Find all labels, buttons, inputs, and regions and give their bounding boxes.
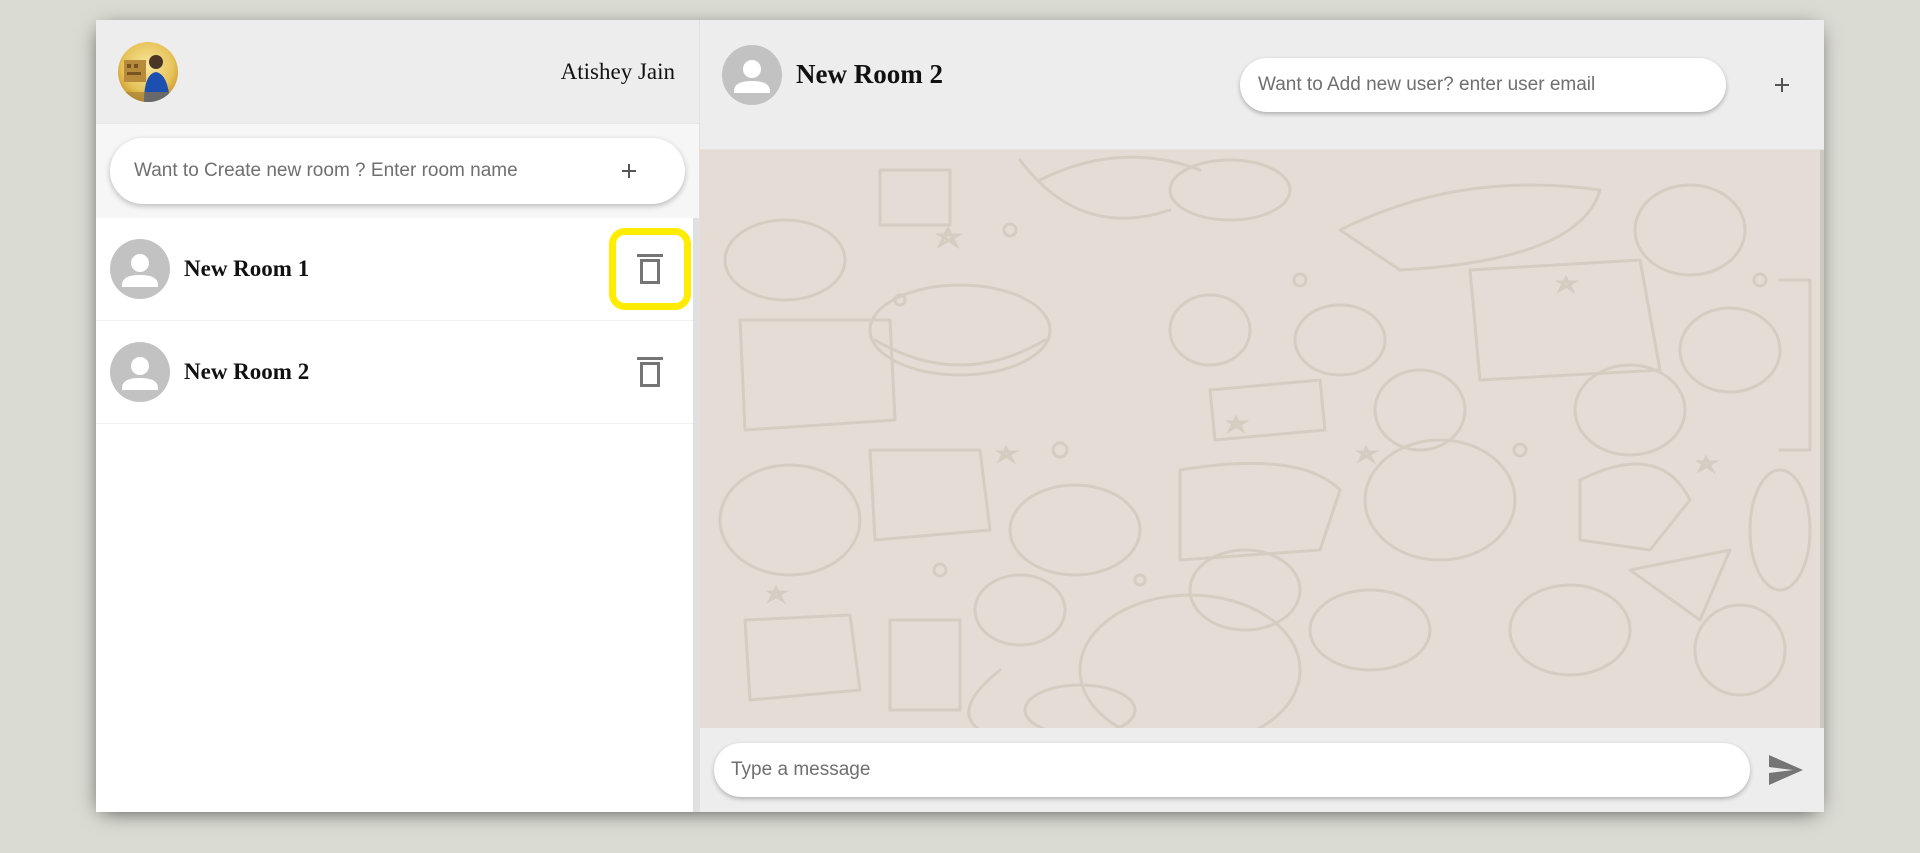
person-icon — [122, 357, 158, 390]
chat-footer — [700, 728, 1824, 812]
message-input[interactable] — [729, 758, 1735, 782]
chat-app-window: Atishey Jain New Room — [96, 20, 1824, 812]
plus-icon — [1775, 78, 1789, 92]
room-avatar — [110, 342, 170, 402]
trash-icon — [637, 254, 663, 284]
room-name: New Room 1 — [184, 256, 310, 281]
room-list-item[interactable]: New Room 2 — [96, 321, 699, 424]
send-icon — [1769, 755, 1803, 785]
add-user-button[interactable] — [1762, 65, 1802, 105]
send-button[interactable] — [1766, 750, 1806, 790]
add-user-email-input[interactable] — [1256, 73, 1710, 97]
delete-room-button[interactable] — [609, 228, 691, 310]
chat-header: New Room 2 — [700, 20, 1824, 150]
user-name: Atishey Jain — [560, 58, 675, 84]
chat-panel: New Room 2 — [700, 20, 1824, 812]
person-icon — [734, 59, 770, 93]
sidebar-header: Atishey Jain — [96, 20, 699, 124]
room-avatar — [110, 239, 170, 299]
delete-room-button[interactable] — [609, 331, 691, 413]
plus-icon — [622, 164, 636, 178]
room-name: New Room 2 — [184, 359, 310, 384]
trash-icon — [637, 357, 663, 387]
chat-messages-area — [700, 150, 1824, 728]
sidebar: Atishey Jain New Room — [96, 20, 700, 812]
message-input-wrapper — [714, 743, 1750, 797]
create-room-input-wrapper — [110, 138, 685, 204]
chat-room-avatar — [722, 44, 782, 105]
create-room-button[interactable] — [609, 151, 649, 191]
person-icon — [122, 254, 158, 287]
user-avatar[interactable] — [118, 41, 178, 102]
sidebar-scrollbar[interactable] — [693, 218, 699, 812]
room-list: New Room 1 New Room 2 — [96, 218, 699, 812]
create-room-input[interactable] — [132, 159, 609, 183]
create-room-bar — [96, 124, 699, 218]
room-list-item[interactable]: New Room 1 — [96, 218, 699, 321]
chat-wallpaper-doodles — [718, 155, 1812, 728]
add-user-input-wrapper — [1240, 58, 1726, 112]
